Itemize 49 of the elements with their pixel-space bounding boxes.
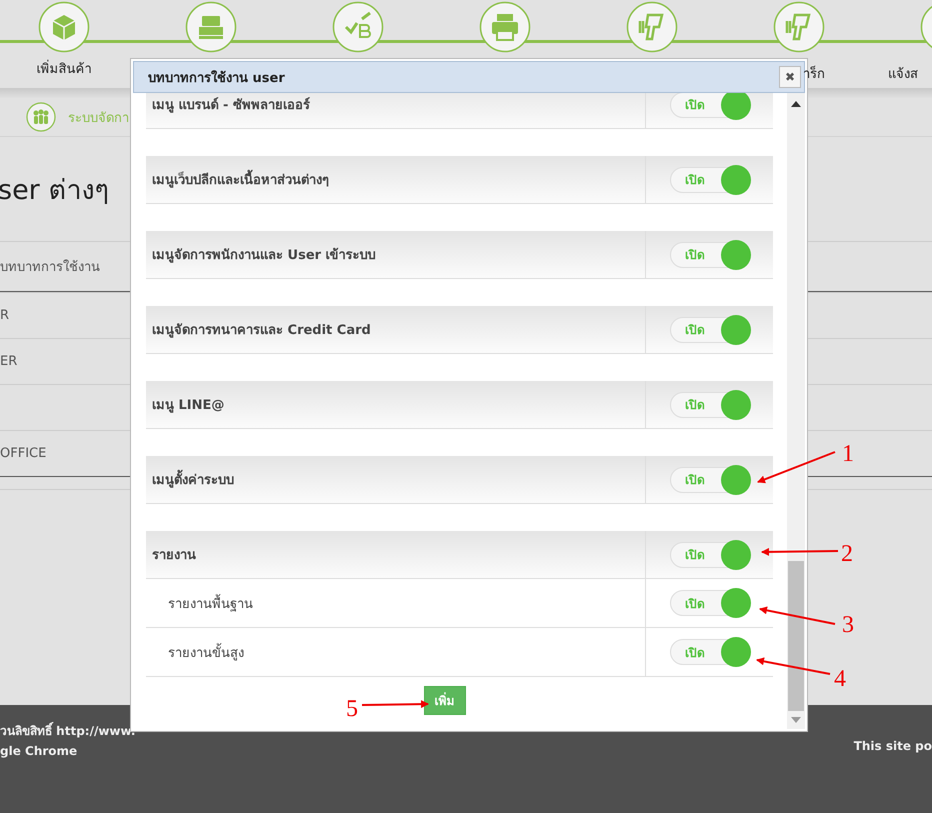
toggle-switch[interactable]: เปิด [670,316,750,342]
toggle-switch[interactable]: เปิด [670,639,750,665]
toggle-switch[interactable]: เปิด [670,242,750,268]
permission-label: เมนูตั้งค่าระบบ [146,456,646,503]
permission-label: รายงาน [146,531,646,578]
table-cell: OFFICE [0,446,46,461]
scanner-icon[interactable] [773,1,825,53]
browser-note: gle Chrome [0,744,78,758]
people-icon [26,102,56,132]
box-icon[interactable] [38,1,90,53]
toggle-switch[interactable]: เปิด [670,590,750,616]
cash-register-icon[interactable] [185,1,237,53]
scanner-icon[interactable] [626,1,678,53]
scroll-up-icon[interactable] [791,101,802,107]
scroll-thumb[interactable] [788,561,804,711]
check-icon[interactable] [332,1,384,53]
annotation-arrow [362,700,429,708]
permission-label: เมนู LINE@ [146,381,646,428]
scroll-down-icon[interactable] [791,717,802,723]
breadcrumb-link[interactable]: ระบบจัดกา [68,106,129,128]
permission-label: รายงานพื้นฐาน [146,579,646,627]
printer-icon[interactable] [479,1,531,53]
add-button[interactable]: เพิ่ม [424,686,466,715]
annotation-number: 4 [834,666,846,692]
annotation-number: 3 [842,612,854,638]
toggle-switch[interactable]: เปิด [670,93,750,118]
toggle-switch[interactable]: เปิด [670,392,750,418]
permission-label: เมนู แบรนด์ - ซัพพลายเออร์ [146,93,646,128]
scrollbar[interactable] [787,93,805,729]
site-note: This site po [854,739,932,755]
permission-label: เมนูจัดการพนักงานและ User เข้าระบบ [146,231,646,278]
step-label[interactable]: าร็ก [803,63,825,84]
step-label[interactable]: แจ้งส [888,63,918,84]
toggle-switch[interactable]: เปิด [670,542,750,568]
permission-label: รายงานขั้นสูง [146,628,646,676]
close-button[interactable]: ✖ [779,66,801,88]
permission-label: เมนูจัดการทนาคารและ Credit Card [146,306,646,353]
annotation-number: 1 [842,441,854,467]
toggle-switch[interactable]: เปิด [670,466,750,492]
copyright-text: วนลิขสิทธิ์ http://www. [0,721,136,740]
annotation-number: 2 [841,541,853,567]
column-heading: บทบาทการใช้งาน [0,258,100,277]
table-cell: ER [0,354,18,369]
step-label[interactable]: เพิ่มสินค้า [36,58,92,79]
toggle-switch[interactable]: เปิด [670,166,750,192]
table-cell: R [0,308,10,323]
permission-label: เมนูเว็บปลีกและเนื้อหาส่วนต่างๆ [146,156,646,203]
dialog-title: บทบาทการใช้งาน user [148,69,285,88]
annotation-number: 5 [346,696,358,722]
